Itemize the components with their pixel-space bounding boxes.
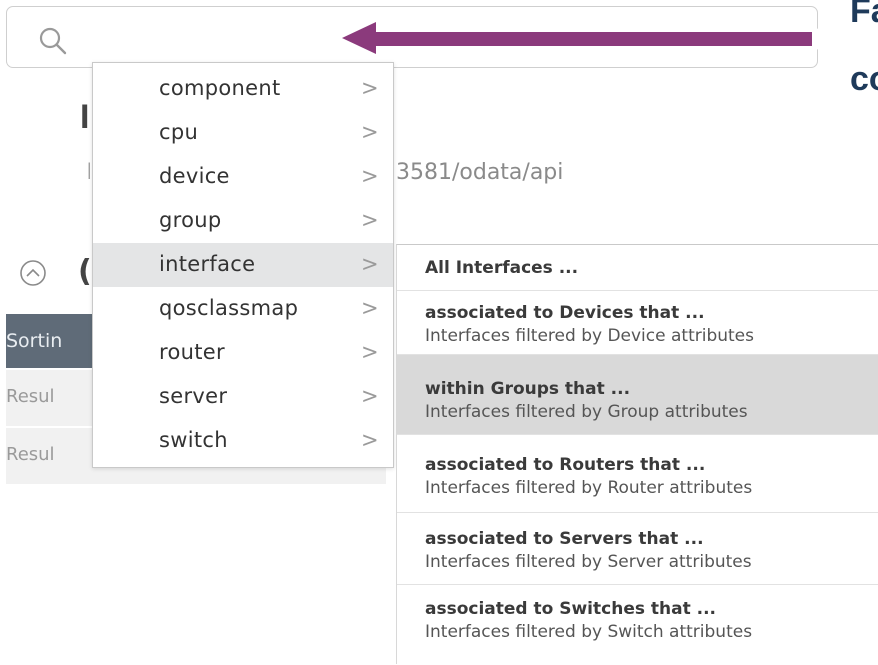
submenu-item-description: Interfaces filtered by Server attributes (425, 552, 752, 572)
collapse-circle-icon[interactable] (18, 258, 48, 288)
submenu-item-description: Interfaces filtered by Router attributes (425, 478, 753, 498)
submenu-item-title: associated to Servers that ... (425, 529, 704, 549)
submenu-item-switches[interactable]: associated to Switches that ... Interfac… (397, 585, 878, 665)
submenu-item-devices[interactable]: associated to Devices that ... Interface… (397, 291, 878, 355)
menu-item-label: group (159, 208, 222, 232)
chevron-right-icon: > (361, 384, 379, 408)
entity-dropdown-menu: component > cpu > device > group > inter… (92, 62, 394, 468)
submenu-item-description: Interfaces filtered by Switch attributes (425, 622, 753, 642)
menu-item-label: component (159, 76, 281, 100)
menu-item-switch[interactable]: switch > (93, 419, 393, 463)
menu-item-server[interactable]: server > (93, 375, 393, 419)
menu-item-label: cpu (159, 120, 199, 144)
submenu-item-title: associated to Switches that ... (425, 599, 717, 619)
submenu-item-title: All Interfaces ... (425, 258, 579, 278)
menu-item-label: server (159, 384, 228, 408)
menu-item-qosclassmap[interactable]: qosclassmap > (93, 287, 393, 331)
chevron-right-icon: > (361, 208, 379, 232)
menu-item-router[interactable]: router > (93, 331, 393, 375)
heading-fragment-1: Fa (850, 0, 878, 30)
section-title-fragment: ( (78, 254, 92, 289)
sorting-label: Sortin (6, 330, 63, 352)
page-title-fragment: I (80, 98, 90, 136)
menu-item-interface[interactable]: interface > (93, 243, 393, 287)
heading-fragment-2: co (850, 60, 878, 98)
submenu-item-title: within Groups that ... (425, 379, 631, 399)
submenu-item-description: Interfaces filtered by Group attributes (425, 402, 748, 422)
chevron-right-icon: > (361, 76, 379, 100)
menu-item-component[interactable]: component > (93, 67, 393, 111)
submenu-item-all-interfaces[interactable]: All Interfaces ... (397, 245, 878, 291)
chevron-right-icon: > (361, 428, 379, 452)
chevron-right-icon: > (361, 340, 379, 364)
chevron-right-icon: > (361, 164, 379, 188)
menu-item-label: qosclassmap (159, 296, 299, 320)
menu-item-group[interactable]: group > (93, 199, 393, 243)
submenu-item-servers[interactable]: associated to Servers that ... Interface… (397, 513, 878, 585)
pointer-arrow-icon (337, 18, 821, 58)
submenu-item-groups[interactable]: within Groups that ... Interfaces filter… (397, 355, 878, 435)
result-label: Resul (6, 386, 55, 407)
menu-item-label: router (159, 340, 225, 364)
menu-item-label: device (159, 164, 230, 188)
chevron-right-icon: > (361, 120, 379, 144)
service-url: 3581/odata/api (396, 160, 564, 185)
chevron-right-icon: > (361, 252, 379, 276)
chevron-right-icon: > (361, 296, 379, 320)
submenu-item-description: Interfaces filtered by Device attributes (425, 326, 755, 346)
menu-item-label: switch (159, 428, 228, 452)
search-icon (39, 27, 67, 55)
menu-item-device[interactable]: device > (93, 155, 393, 199)
menu-item-cpu[interactable]: cpu > (93, 111, 393, 155)
menu-item-label: interface (159, 252, 256, 276)
submenu-item-title: associated to Routers that ... (425, 455, 706, 475)
result-label: Resul (6, 444, 55, 465)
interface-submenu: All Interfaces ... associated to Devices… (396, 244, 878, 664)
submenu-item-routers[interactable]: associated to Routers that ... Interface… (397, 435, 878, 513)
submenu-item-title: associated to Devices that ... (425, 303, 705, 323)
